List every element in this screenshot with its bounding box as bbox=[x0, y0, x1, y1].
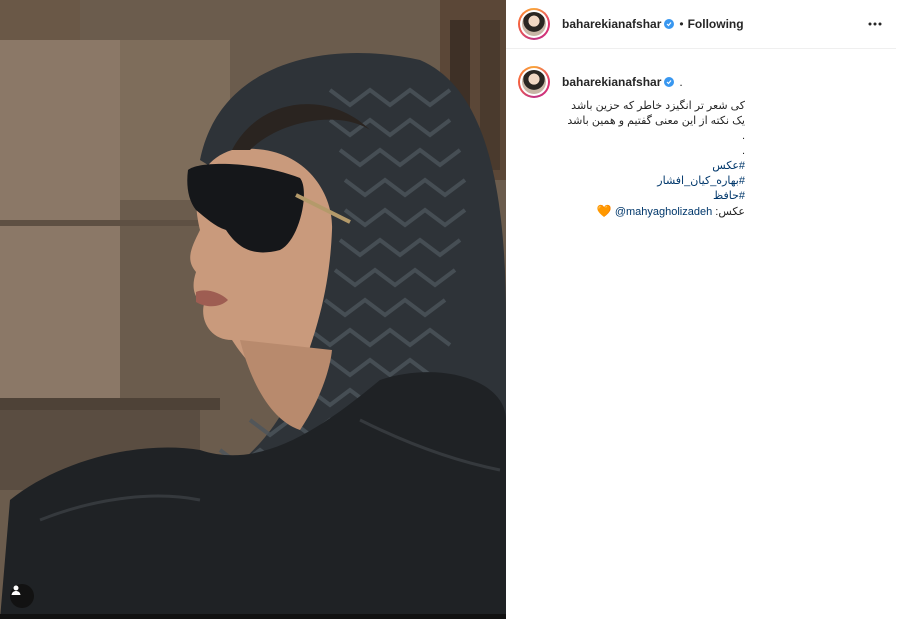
verified-badge-icon bbox=[664, 19, 675, 29]
more-options-icon[interactable] bbox=[864, 14, 886, 34]
post-photo[interactable] bbox=[0, 0, 506, 619]
comment-avatar-frame bbox=[520, 68, 548, 96]
header-username[interactable]: baharekianafshar bbox=[562, 17, 661, 31]
orange-heart-emoji: 🧡 bbox=[596, 204, 612, 218]
comment-avatar[interactable] bbox=[518, 66, 550, 98]
caption-comment: baharekianafshar . کی شعر تر انگیزد خاطر… bbox=[518, 66, 896, 220]
comment-avatar-image bbox=[522, 70, 546, 94]
photo-credit: عکس: @mahyagholizadeh 🧡 bbox=[561, 204, 745, 220]
comment-header: baharekianafshar . bbox=[518, 66, 896, 98]
caption-line: . bbox=[741, 130, 745, 142]
caption-text: کی شعر تر انگیزد خاطر که حزین باشد یک نک… bbox=[518, 99, 745, 220]
post-header: baharekianafshar • Following bbox=[506, 0, 896, 49]
caption-line: . bbox=[741, 145, 745, 157]
following-button[interactable]: Following bbox=[688, 17, 744, 31]
credit-prefix: عکس: bbox=[715, 206, 745, 218]
post-side-panel: baharekianafshar • Following baharekiana… bbox=[506, 0, 910, 619]
user-tag-icon[interactable] bbox=[10, 584, 34, 608]
comment-trailing-dot: . bbox=[679, 75, 683, 89]
avatar-image bbox=[522, 12, 546, 36]
photo-bottom-edge bbox=[0, 614, 506, 619]
hashtag-link[interactable]: #عکس bbox=[561, 159, 745, 174]
comment-username[interactable]: baharekianafshar bbox=[562, 75, 661, 89]
photo-illustration bbox=[0, 0, 506, 619]
header-separator: • bbox=[679, 17, 684, 31]
avatar-frame bbox=[520, 10, 548, 38]
hashtag-link[interactable]: #حافظ bbox=[561, 189, 745, 204]
caption-line: یک نکته از این معنی گفتیم و همین باشد bbox=[567, 115, 745, 127]
hashtag-link[interactable]: #بهاره_کیان_افشار bbox=[561, 174, 745, 189]
avatar[interactable] bbox=[518, 8, 550, 40]
comment-verified-badge-icon bbox=[664, 77, 675, 87]
mention-link[interactable]: @mahyagholizadeh bbox=[615, 206, 712, 218]
caption-line: کی شعر تر انگیزد خاطر که حزین باشد bbox=[571, 100, 745, 112]
